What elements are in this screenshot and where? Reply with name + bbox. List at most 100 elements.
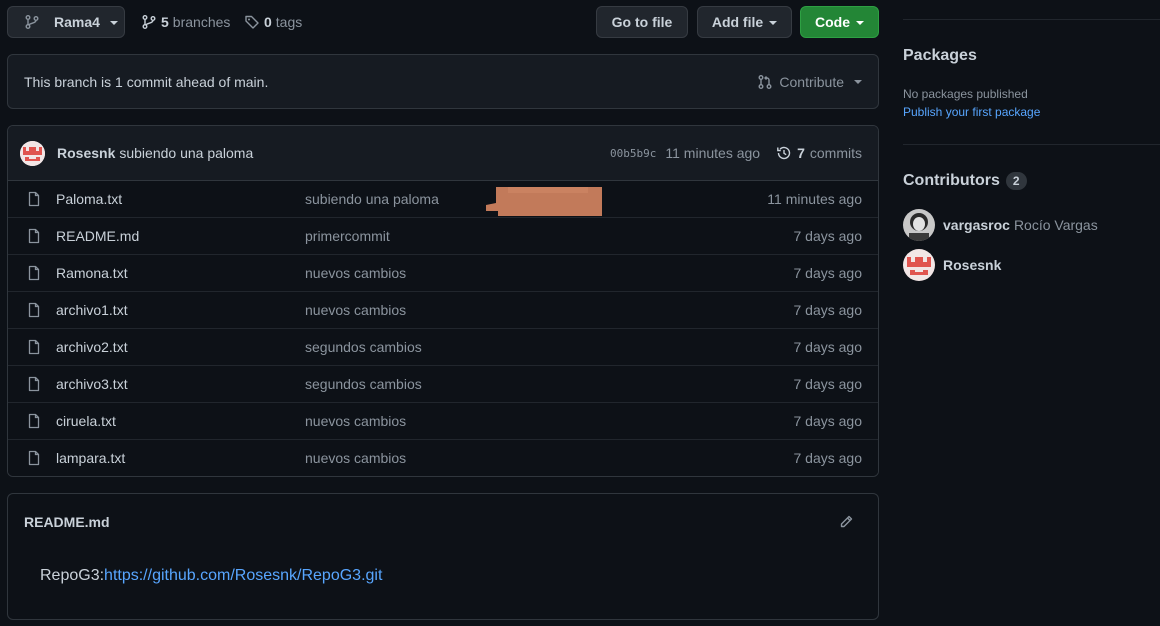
file-icon bbox=[26, 228, 42, 244]
branch-ahead-text: This branch is 1 commit ahead of main. bbox=[24, 73, 269, 90]
file-commit-message[interactable]: segundos cambios bbox=[305, 376, 422, 392]
branches-link[interactable]: 5 branches bbox=[141, 6, 230, 38]
contributor-item[interactable]: vargasroc Rocío Vargas bbox=[903, 209, 1098, 241]
contributors-heading[interactable]: Contributors 2 bbox=[903, 172, 1027, 190]
repo-toolbar: Rama4 5 branches 0 tags Go to file Add f… bbox=[7, 6, 879, 38]
file-time: 7 days ago bbox=[793, 376, 863, 392]
table-row: ciruela.txt nuevos cambios 7 days ago bbox=[8, 402, 878, 439]
history-icon bbox=[776, 145, 792, 161]
add-file-label: Add file bbox=[711, 14, 764, 30]
readme-repo-link[interactable]: https://github.com/Rosesnk/RepoG3.git bbox=[104, 567, 382, 584]
file-name[interactable]: ciruela.txt bbox=[56, 413, 116, 429]
publish-package-link[interactable]: Publish your first package bbox=[903, 105, 1040, 119]
chevron-down-icon bbox=[109, 21, 118, 25]
chevron-down-icon bbox=[856, 21, 864, 25]
readme-text: RepoG3: bbox=[40, 567, 105, 584]
file-name[interactable]: archivo2.txt bbox=[56, 339, 128, 355]
commit-meta: 00b5b9c 11 minutes ago 7 commits bbox=[610, 145, 862, 161]
tags-count: 0 bbox=[264, 14, 272, 30]
branch-select-button[interactable]: Rama4 bbox=[7, 6, 125, 38]
table-row: archivo3.txt segundos cambios 7 days ago bbox=[8, 365, 878, 402]
code-label: Code bbox=[815, 14, 850, 30]
contribute-button[interactable]: Contribute bbox=[757, 74, 862, 90]
file-time: 7 days ago bbox=[793, 302, 863, 318]
commits-history-link[interactable]: 7 commits bbox=[776, 145, 862, 161]
file-name[interactable]: Ramona.txt bbox=[56, 265, 128, 281]
contributor-name: Rocío Vargas bbox=[1013, 217, 1098, 233]
file-name[interactable]: archivo3.txt bbox=[56, 376, 128, 392]
contributors-title: Contributors bbox=[903, 172, 1000, 189]
branches-label: branches bbox=[172, 14, 231, 30]
file-time: 7 days ago bbox=[793, 413, 863, 429]
contributor-item[interactable]: Rosesnk bbox=[903, 249, 1005, 281]
table-row: archivo2.txt segundos cambios 7 days ago bbox=[8, 328, 878, 365]
contributor-login: vargasroc bbox=[943, 217, 1010, 233]
contributors-count-badge: 2 bbox=[1005, 172, 1027, 190]
file-time: 7 days ago bbox=[793, 228, 863, 244]
commit-time: 11 minutes ago bbox=[665, 145, 761, 161]
file-icon bbox=[26, 302, 42, 318]
go-to-file-label: Go to file bbox=[611, 14, 673, 30]
packages-heading[interactable]: Packages bbox=[903, 47, 977, 65]
avatar[interactable] bbox=[20, 140, 45, 166]
file-commit-message[interactable]: nuevos cambios bbox=[305, 302, 406, 318]
branch-name: Rama4 bbox=[54, 14, 100, 30]
file-name[interactable]: README.md bbox=[56, 228, 139, 244]
file-icon bbox=[26, 339, 42, 355]
table-row: README.md primercommit 7 days ago bbox=[8, 217, 878, 254]
file-icon bbox=[26, 450, 42, 466]
commit-message[interactable]: subiendo una paloma bbox=[119, 145, 253, 161]
file-name[interactable]: lampara.txt bbox=[56, 450, 125, 466]
avatar bbox=[903, 249, 935, 281]
tags-label: tags bbox=[275, 14, 303, 30]
commits-count: 7 bbox=[797, 145, 805, 161]
file-commit-message[interactable]: nuevos cambios bbox=[305, 265, 406, 281]
file-commit-message[interactable]: segundos cambios bbox=[305, 339, 422, 355]
table-row: Ramona.txt nuevos cambios 7 days ago bbox=[8, 254, 878, 291]
tags-link[interactable]: 0 tags bbox=[244, 6, 302, 38]
table-row: Paloma.txt subiendo una paloma 11 minute… bbox=[8, 181, 878, 217]
readme-content: RepoG3:https://github.com/Rosesnk/RepoG3… bbox=[40, 567, 382, 585]
commit-sha[interactable]: 00b5b9c bbox=[610, 147, 656, 160]
chevron-down-icon bbox=[769, 21, 778, 25]
file-time: 7 days ago bbox=[793, 265, 863, 281]
file-name[interactable]: archivo1.txt bbox=[56, 302, 128, 318]
file-list: Rosesnk subiendo una paloma 00b5b9c 11 m… bbox=[7, 125, 879, 477]
tag-icon bbox=[244, 14, 260, 30]
code-button[interactable]: Code bbox=[800, 6, 879, 38]
file-commit-message[interactable]: nuevos cambios bbox=[305, 450, 406, 466]
contributor-login: Rosesnk bbox=[943, 257, 1002, 273]
file-time: 7 days ago bbox=[793, 450, 863, 466]
table-row: archivo1.txt nuevos cambios 7 days ago bbox=[8, 291, 878, 328]
sidebar: Packages No packages published Publish y… bbox=[903, 0, 1160, 626]
file-icon bbox=[26, 413, 42, 429]
contribute-label: Contribute bbox=[779, 73, 844, 90]
branches-count: 5 bbox=[161, 14, 169, 30]
chevron-down-icon bbox=[854, 79, 862, 84]
file-commit-message[interactable]: subiendo una paloma bbox=[305, 191, 439, 207]
pull-request-icon bbox=[757, 74, 773, 90]
add-file-button[interactable]: Add file bbox=[697, 6, 792, 38]
redacted-area bbox=[478, 185, 604, 216]
branch-icon bbox=[24, 14, 40, 30]
file-commit-message[interactable]: nuevos cambios bbox=[305, 413, 406, 429]
table-row: lampara.txt nuevos cambios 7 days ago bbox=[8, 439, 878, 476]
divider bbox=[903, 19, 1160, 20]
file-name[interactable]: Paloma.txt bbox=[56, 191, 122, 207]
file-commit-message[interactable]: primercommit bbox=[305, 228, 390, 244]
readme-panel: README.md RepoG3:https://github.com/Rose… bbox=[7, 493, 879, 620]
file-time: 7 days ago bbox=[793, 339, 863, 355]
file-icon bbox=[26, 191, 42, 207]
go-to-file-button[interactable]: Go to file bbox=[596, 6, 688, 38]
pencil-icon[interactable] bbox=[838, 514, 854, 530]
packages-empty-text: No packages published bbox=[903, 87, 1028, 101]
branch-icon bbox=[141, 14, 157, 30]
file-icon bbox=[26, 265, 42, 281]
branch-status-box: This branch is 1 commit ahead of main. C… bbox=[7, 54, 879, 109]
avatar bbox=[903, 209, 935, 241]
divider bbox=[903, 144, 1160, 145]
file-icon bbox=[26, 376, 42, 392]
readme-title[interactable]: README.md bbox=[24, 514, 110, 530]
file-time: 11 minutes ago bbox=[767, 191, 862, 207]
commit-author[interactable]: Rosesnk bbox=[57, 145, 115, 161]
